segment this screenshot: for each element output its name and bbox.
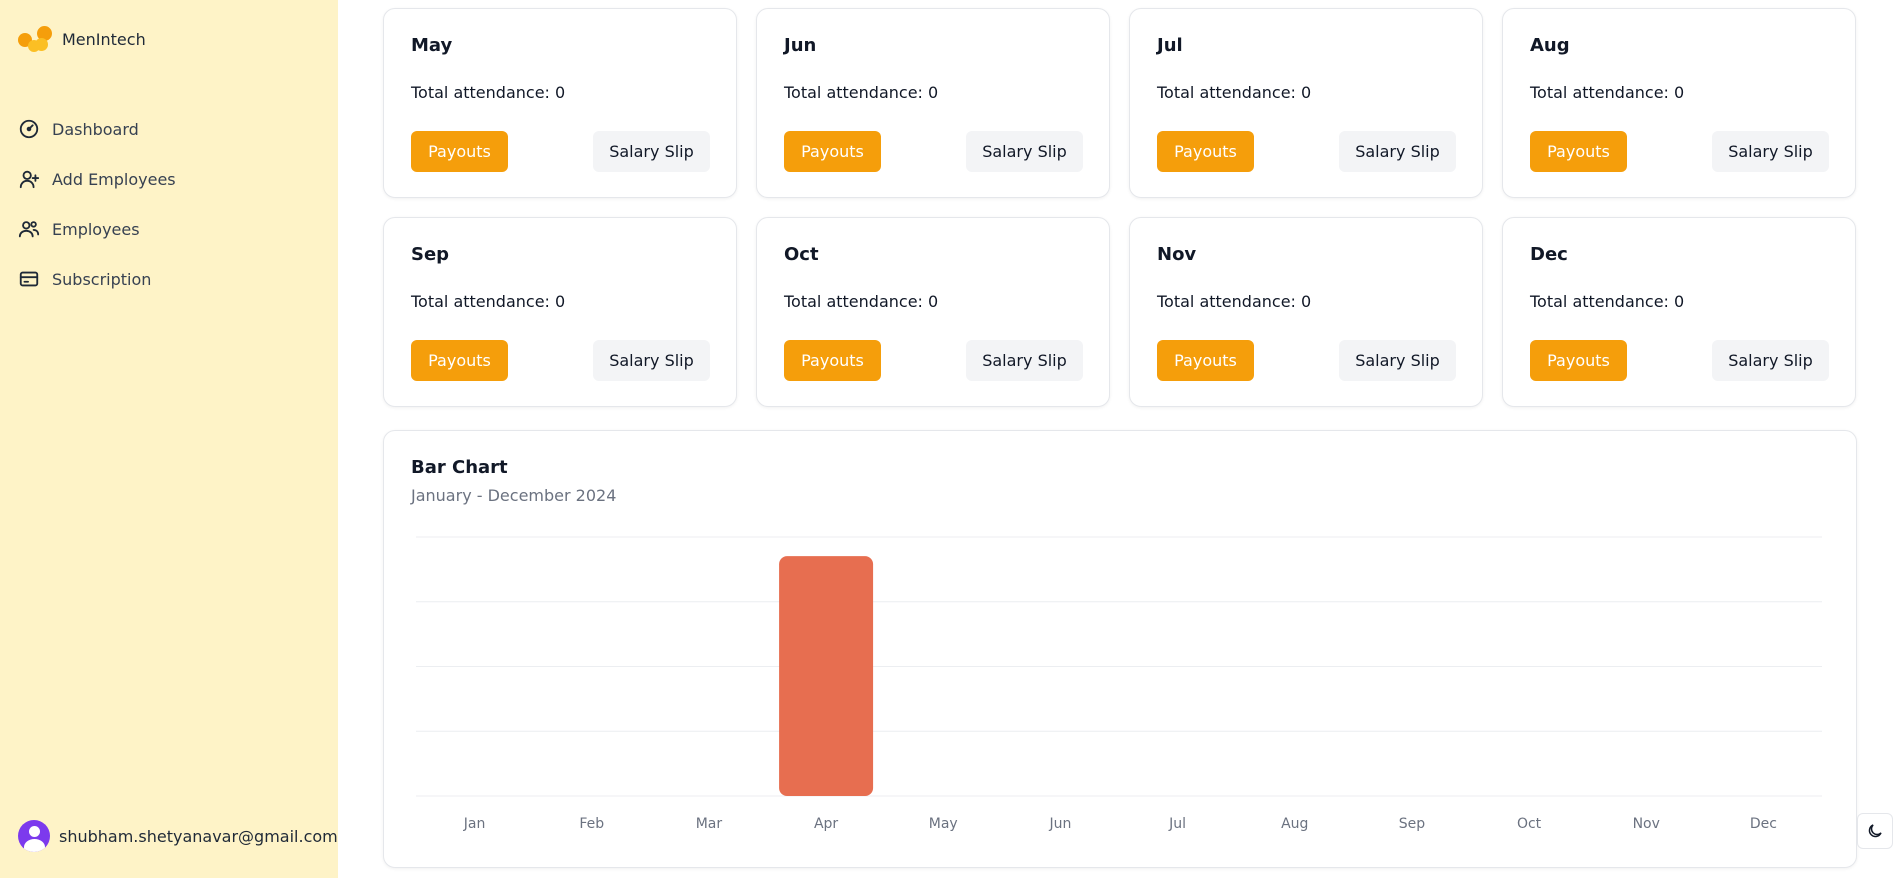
salary-slip-button[interactable]: Salary Slip xyxy=(1712,131,1829,172)
month-card: Sep Total attendance: 0 Payouts Salary S… xyxy=(383,217,737,407)
user-profile[interactable]: shubham.shetyanavar@gmail.com xyxy=(18,820,338,852)
avatar xyxy=(18,820,50,852)
payouts-button[interactable]: Payouts xyxy=(1530,131,1627,172)
salary-slip-button[interactable]: Salary Slip xyxy=(593,340,710,381)
payouts-button[interactable]: Payouts xyxy=(784,131,881,172)
brand-name: MenIntech xyxy=(62,29,146,49)
month-card: Dec Total attendance: 0 Payouts Salary S… xyxy=(1502,217,1856,407)
total-attendance: Total attendance: 0 xyxy=(784,292,939,311)
salary-slip-button[interactable]: Salary Slip xyxy=(593,131,710,172)
month-title: May xyxy=(411,35,453,56)
sidebar-item-subscription[interactable]: Subscription xyxy=(18,254,318,304)
x-tick-label: Aug xyxy=(1281,816,1308,832)
salary-slip-button[interactable]: Salary Slip xyxy=(966,131,1083,172)
x-tick-label: Oct xyxy=(1517,816,1542,832)
total-attendance: Total attendance: 0 xyxy=(1157,292,1312,311)
total-attendance: Total attendance: 0 xyxy=(1530,292,1685,311)
sidebar-item-add-employees[interactable]: Add Employees xyxy=(18,154,318,204)
month-card: Jun Total attendance: 0 Payouts Salary S… xyxy=(756,8,1110,198)
month-title: Dec xyxy=(1530,244,1568,265)
x-tick-label: Dec xyxy=(1750,816,1777,832)
month-card: Jul Total attendance: 0 Payouts Salary S… xyxy=(1129,8,1483,198)
x-tick-label: Mar xyxy=(696,816,723,832)
x-tick-label: Apr xyxy=(814,816,838,832)
user-email: shubham.shetyanavar@gmail.com xyxy=(59,826,338,846)
user-plus-icon xyxy=(19,170,40,189)
chart-grid xyxy=(416,536,1822,797)
theme-toggle-button[interactable] xyxy=(1857,813,1893,849)
x-tick-label: Nov xyxy=(1633,816,1660,832)
payouts-button[interactable]: Payouts xyxy=(411,340,508,381)
salary-slip-button[interactable]: Salary Slip xyxy=(1339,340,1456,381)
sidebar-item-label: Subscription xyxy=(52,269,152,289)
brand[interactable]: MenIntech xyxy=(18,26,146,52)
sidebar-item-dashboard[interactable]: Dashboard xyxy=(18,104,318,154)
total-attendance: Total attendance: 0 xyxy=(411,292,566,311)
month-title: Sep xyxy=(411,244,450,265)
month-title: Nov xyxy=(1157,244,1197,265)
total-attendance: Total attendance: 0 xyxy=(1157,83,1312,102)
month-title: Oct xyxy=(784,244,819,265)
month-card: Aug Total attendance: 0 Payouts Salary S… xyxy=(1502,8,1856,198)
credit-card-icon xyxy=(19,271,39,287)
chart-bars xyxy=(779,556,874,796)
salary-slip-button[interactable]: Salary Slip xyxy=(1339,131,1456,172)
bar-chart: Jan Feb Mar Apr May Jun Jul Aug Sep Oct Nov Dec xyxy=(416,536,1822,832)
logo-icon xyxy=(18,26,52,52)
bar-chart-card: Bar Chart January - December 2024 Jan Feb… xyxy=(383,430,1857,868)
payouts-button[interactable]: Payouts xyxy=(1157,340,1254,381)
month-title: Jun xyxy=(784,35,817,56)
x-tick-label: Sep xyxy=(1399,816,1426,832)
sidebar: MenIntech Dashboard Add Employees Employ… xyxy=(0,0,338,878)
sidebar-item-employees[interactable]: Employees xyxy=(18,204,318,254)
x-tick-label: Jun xyxy=(1048,816,1071,832)
gauge-icon xyxy=(19,119,39,139)
x-tick-label: Jan xyxy=(463,816,486,832)
total-attendance: Total attendance: 0 xyxy=(1530,83,1685,102)
x-tick-label: Feb xyxy=(579,816,604,832)
month-title: Jul xyxy=(1157,35,1183,56)
users-icon xyxy=(18,221,40,238)
sidebar-nav: Dashboard Add Employees Employees Subscr… xyxy=(18,104,318,304)
sidebar-item-label: Add Employees xyxy=(52,169,176,189)
total-attendance: Total attendance: 0 xyxy=(411,83,566,102)
moon-icon xyxy=(1868,824,1882,838)
month-card: Oct Total attendance: 0 Payouts Salary S… xyxy=(756,217,1110,407)
month-card: May Total attendance: 0 Payouts Salary S… xyxy=(383,8,737,198)
chart-bar-apr[interactable] xyxy=(779,556,874,796)
payouts-button[interactable]: Payouts xyxy=(1530,340,1627,381)
month-title: Aug xyxy=(1530,35,1570,56)
sidebar-item-label: Employees xyxy=(52,219,140,239)
salary-slip-button[interactable]: Salary Slip xyxy=(1712,340,1829,381)
payouts-button[interactable]: Payouts xyxy=(784,340,881,381)
x-tick-label: Jul xyxy=(1168,816,1186,832)
x-tick-label: May xyxy=(929,816,958,832)
payouts-button[interactable]: Payouts xyxy=(411,131,508,172)
sidebar-item-label: Dashboard xyxy=(52,119,139,139)
salary-slip-button[interactable]: Salary Slip xyxy=(966,340,1083,381)
total-attendance: Total attendance: 0 xyxy=(784,83,939,102)
payouts-button[interactable]: Payouts xyxy=(1157,131,1254,172)
x-axis-ticks: Jan Feb Mar Apr May Jun Jul Aug Sep Oct Nov Dec xyxy=(463,816,1777,832)
month-card: Nov Total attendance: 0 Payouts Salary S… xyxy=(1129,217,1483,407)
month-cards-grid: May Total attendance: 0 Payouts Salary S… xyxy=(383,8,1857,407)
